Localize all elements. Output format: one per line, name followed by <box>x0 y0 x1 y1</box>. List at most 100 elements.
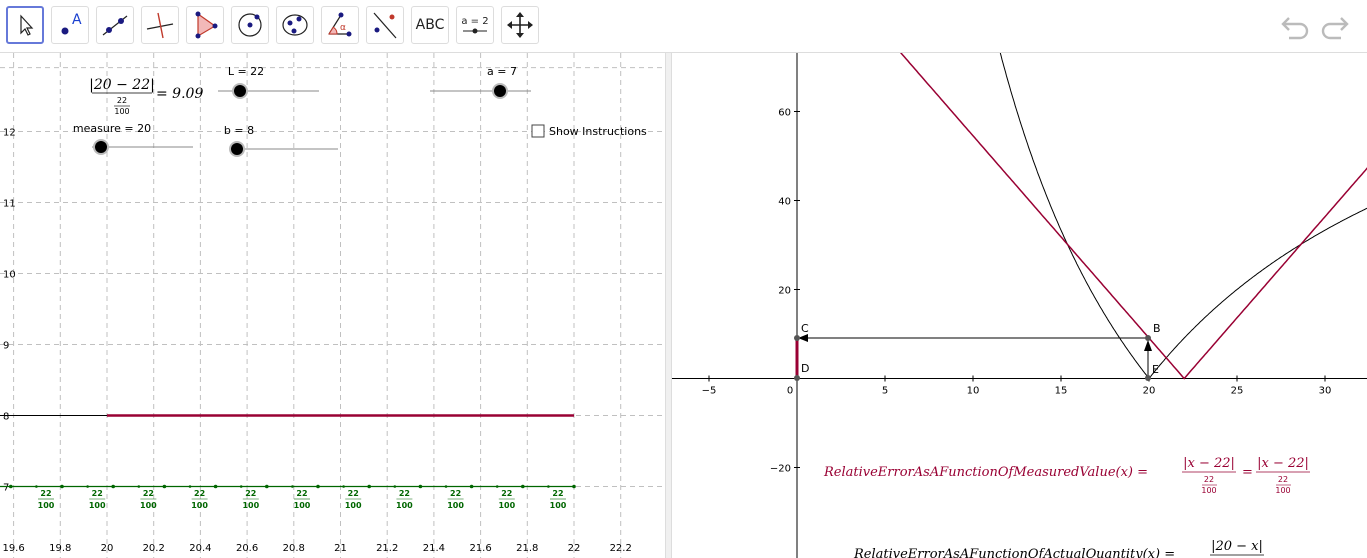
undo-icon <box>1281 17 1309 40</box>
slider-tool-button[interactable]: a = 2 <box>456 6 494 44</box>
formula-numerator: |20 − 22| <box>89 77 155 93</box>
point-b[interactable] <box>1145 335 1151 341</box>
slider-measure-handle[interactable] <box>95 141 107 153</box>
toolbar: A α ABC a = 2 <box>0 0 1367 53</box>
relative-error-formula[interactable]: |20 − 22| 22 100 = 9.09 <box>89 77 203 116</box>
slider-a-handle[interactable] <box>494 85 506 97</box>
x-tick-label: 0 <box>787 386 793 397</box>
green-point[interactable] <box>521 484 525 489</box>
fraction-denominator: 100 <box>396 501 413 510</box>
fraction-denominator: 100 <box>447 501 464 510</box>
fraction-label: 22100 <box>345 489 362 510</box>
fraction-denominator: 100 <box>140 501 157 510</box>
function-1-numerator-2: |x − 22| <box>1257 456 1309 471</box>
move-tool-button[interactable] <box>6 6 44 44</box>
fraction-denominator: 100 <box>294 501 311 510</box>
line-tool-button[interactable] <box>96 6 134 44</box>
x-axis-tick-labels: 19.6 19.8 20 20.2 20.4 20.6 20.8 21 21.2 21.4 21.6… <box>2 543 631 554</box>
relative-error-measured-value-curve[interactable] <box>885 53 1367 380</box>
green-point[interactable] <box>111 484 115 489</box>
function-2-numerator: |20 − x| <box>1211 539 1263 554</box>
x-tick-label: −5 <box>702 386 717 397</box>
reflect-tool-button[interactable] <box>366 6 404 44</box>
fraction-label: 22100 <box>294 489 311 510</box>
point-d[interactable] <box>794 375 800 381</box>
fraction-label: 22100 <box>89 489 106 510</box>
y-tick-label: 60 <box>778 108 791 119</box>
fraction-denominator: 100 <box>345 501 362 510</box>
y-tick-label: 8 <box>3 412 9 423</box>
formula-result: = 9.09 <box>156 86 203 102</box>
green-point[interactable] <box>213 484 218 489</box>
perpendicular-line-icon <box>146 12 174 39</box>
green-point[interactable] <box>162 484 167 489</box>
fraction-numerator: 22 <box>552 489 563 498</box>
green-point[interactable] <box>188 485 192 488</box>
show-instructions-label: Show Instructions <box>549 125 647 138</box>
function-1-den-num: 22 <box>1204 475 1214 484</box>
green-point[interactable] <box>316 484 320 489</box>
y-tick-label: −20 <box>770 464 791 475</box>
green-point[interactable] <box>239 485 243 488</box>
x-tick-label: 5 <box>882 386 888 397</box>
y-tick-label: 10 <box>3 270 16 281</box>
slider-L-label: L = 22 <box>228 65 264 78</box>
redo-button[interactable] <box>1318 12 1350 44</box>
green-point[interactable] <box>418 484 423 489</box>
text-tool-button[interactable]: ABC <box>411 6 449 44</box>
fraction-numerator: 22 <box>143 489 154 498</box>
green-point[interactable] <box>572 484 576 489</box>
point-e[interactable] <box>1145 375 1151 381</box>
text-icon: ABC <box>415 17 445 33</box>
green-point[interactable] <box>265 484 269 489</box>
green-point[interactable] <box>469 484 474 489</box>
x-tick-label: 25 <box>1231 386 1244 397</box>
graphics-view-2-canvas[interactable]: −5 0 5 10 15 20 25 30 60 40 20 −20 C B D E Relativ… <box>672 53 1367 558</box>
x-tick-label: 22 <box>568 543 581 554</box>
point-tool-button[interactable]: A <box>51 6 89 44</box>
circle-tool-button[interactable] <box>231 6 269 44</box>
green-point[interactable] <box>547 485 550 488</box>
x-tick-label: 21.2 <box>376 543 398 554</box>
graphics-view-2[interactable]: −5 0 5 10 15 20 25 30 60 40 20 −20 C B D E Relativ… <box>672 53 1367 558</box>
slider-L-handle[interactable] <box>234 85 246 97</box>
green-point[interactable] <box>86 485 89 488</box>
fraction-numerator: 22 <box>450 489 461 498</box>
perpendicular-tool-button[interactable] <box>141 6 179 44</box>
arrow-pointer-icon <box>20 14 34 36</box>
point-tool-label: A <box>72 12 82 28</box>
point-c[interactable] <box>794 335 800 341</box>
green-point[interactable] <box>495 485 499 488</box>
angle-icon: α <box>328 12 352 37</box>
slider-b-handle[interactable] <box>231 143 243 155</box>
green-point[interactable] <box>393 485 397 488</box>
green-point[interactable] <box>137 485 141 488</box>
polygon-tool-button[interactable] <box>186 6 224 44</box>
view-divider[interactable] <box>665 53 672 558</box>
green-point[interactable] <box>291 485 294 488</box>
green-point[interactable] <box>444 485 448 488</box>
relative-error-actual-quantity-curve[interactable] <box>999 53 1367 380</box>
ellipse-tool-button[interactable] <box>276 6 314 44</box>
fraction-numerator: 22 <box>296 489 307 498</box>
green-point[interactable] <box>35 485 38 488</box>
graphics-view-1-canvas[interactable]: 19.6 19.8 20 20.2 20.4 20.6 20.8 21 21.2 21.4 21.6… <box>0 53 665 558</box>
green-point[interactable] <box>60 484 64 489</box>
graphics-view-1[interactable]: 19.6 19.8 20 20.2 20.4 20.6 20.8 21 21.2 21.4 21.6… <box>0 53 665 558</box>
y-tick-label: 9 <box>3 341 9 352</box>
show-instructions-checkbox[interactable] <box>531 124 545 138</box>
function-2-text[interactable]: RelativeErrorAsAFunctionOfActualQuantity… <box>853 539 1264 558</box>
function-1-den-num-2: 22 <box>1278 475 1288 484</box>
fraction-label: 22100 <box>140 489 157 510</box>
green-point[interactable] <box>367 484 372 489</box>
move-view-tool-button[interactable] <box>501 6 539 44</box>
green-point[interactable] <box>342 485 345 488</box>
slider-a-label: a = 7 <box>487 65 517 78</box>
angle-tool-button[interactable]: α <box>321 6 359 44</box>
function-1-text[interactable]: RelativeErrorAsAFunctionOfMeasuredValue(… <box>823 456 1310 495</box>
undo-button[interactable] <box>1280 12 1312 44</box>
formula-denominator-den: 100 <box>114 107 129 116</box>
green-point[interactable] <box>9 484 13 489</box>
fraction-denominator: 100 <box>89 501 106 510</box>
point-d-label: D <box>801 362 809 375</box>
